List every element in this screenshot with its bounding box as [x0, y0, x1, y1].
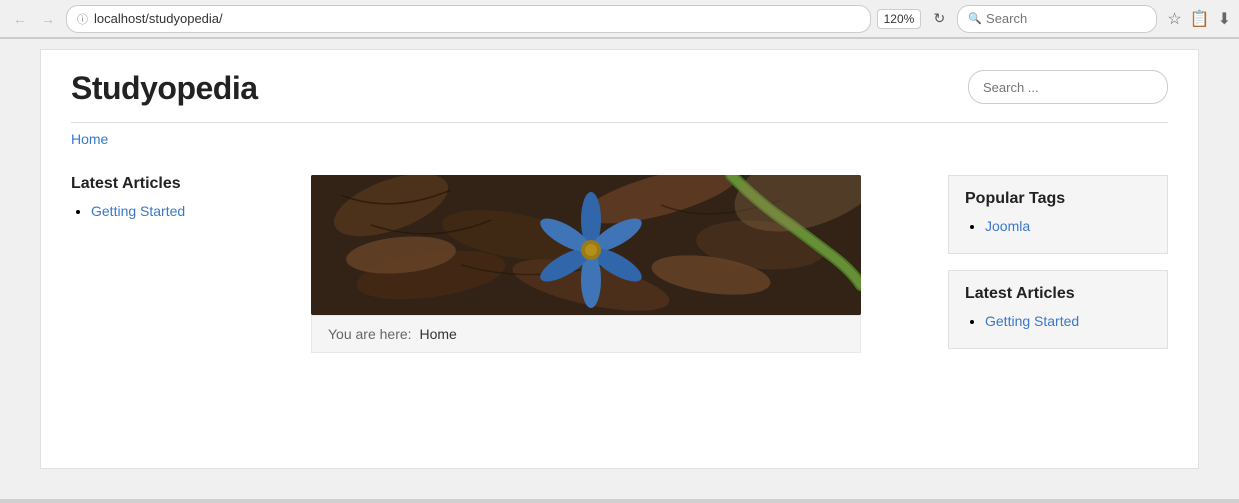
site-header: Studyopedia	[71, 70, 1168, 107]
site-search-input[interactable]	[983, 80, 1153, 95]
right-getting-started-link[interactable]: Getting Started	[985, 313, 1079, 329]
popular-tags-section: Popular Tags Joomla	[948, 175, 1168, 254]
hero-svg	[311, 175, 861, 315]
breadcrumb-label: You are here:	[328, 326, 412, 342]
list-item: Joomla	[985, 218, 1151, 234]
latest-articles-list: Getting Started	[71, 203, 291, 219]
zoom-indicator[interactable]: 120%	[877, 9, 922, 29]
browser-search-icon: 🔍	[968, 12, 982, 25]
breadcrumb-home: Home	[419, 326, 456, 342]
breadcrumb-bar: You are here: Home	[311, 315, 861, 353]
nav-home-link[interactable]: Home	[71, 131, 108, 147]
left-sidebar: Latest Articles Getting Started	[71, 175, 291, 365]
latest-articles-title: Latest Articles	[71, 175, 291, 193]
right-sidebar: Popular Tags Joomla Latest Articles Gett…	[948, 175, 1168, 365]
site-nav: Home	[71, 122, 1168, 155]
reading-list-icon[interactable]: 📋	[1190, 9, 1210, 29]
pocket-icon[interactable]: ⬇	[1218, 9, 1231, 29]
list-item: Getting Started	[91, 203, 291, 219]
main-layout: Latest Articles Getting Started	[71, 175, 1168, 365]
bookmark-star-icon[interactable]: ☆	[1167, 9, 1181, 29]
popular-tags-title: Popular Tags	[965, 190, 1151, 208]
toolbar-icons: ☆ 📋 ⬇	[1167, 9, 1231, 29]
address-bar-input[interactable]	[94, 11, 860, 26]
site-title: Studyopedia	[71, 70, 258, 107]
right-latest-articles-title: Latest Articles	[965, 285, 1151, 303]
site-search-box	[968, 70, 1168, 104]
joomla-tag-link[interactable]: Joomla	[985, 218, 1030, 234]
reload-button[interactable]: ↻	[927, 7, 951, 31]
popular-tags-list: Joomla	[965, 218, 1151, 234]
browser-chrome: ← → ⓘ 120% ↻ 🔍 ☆ 📋 ⬇	[0, 0, 1239, 39]
right-latest-articles-section: Latest Articles Getting Started	[948, 270, 1168, 349]
center-content: You are here: Home	[311, 175, 928, 365]
browser-search-input[interactable]	[986, 11, 1136, 26]
list-item: Getting Started	[985, 313, 1151, 329]
nav-buttons: ← →	[8, 7, 60, 31]
browser-toolbar: ← → ⓘ 120% ↻ 🔍 ☆ 📋 ⬇	[0, 0, 1239, 38]
page-wrapper: Studyopedia Home Latest Articles Getting…	[0, 39, 1239, 499]
hero-image	[311, 175, 861, 315]
getting-started-link[interactable]: Getting Started	[91, 203, 185, 219]
forward-button[interactable]: →	[36, 7, 60, 31]
browser-search-container: 🔍	[957, 5, 1157, 33]
right-latest-articles-list: Getting Started	[965, 313, 1151, 329]
page-content: Studyopedia Home Latest Articles Getting…	[40, 49, 1199, 469]
back-button[interactable]: ←	[8, 7, 32, 31]
address-bar-container: ⓘ	[66, 5, 871, 33]
info-icon: ⓘ	[77, 11, 88, 27]
